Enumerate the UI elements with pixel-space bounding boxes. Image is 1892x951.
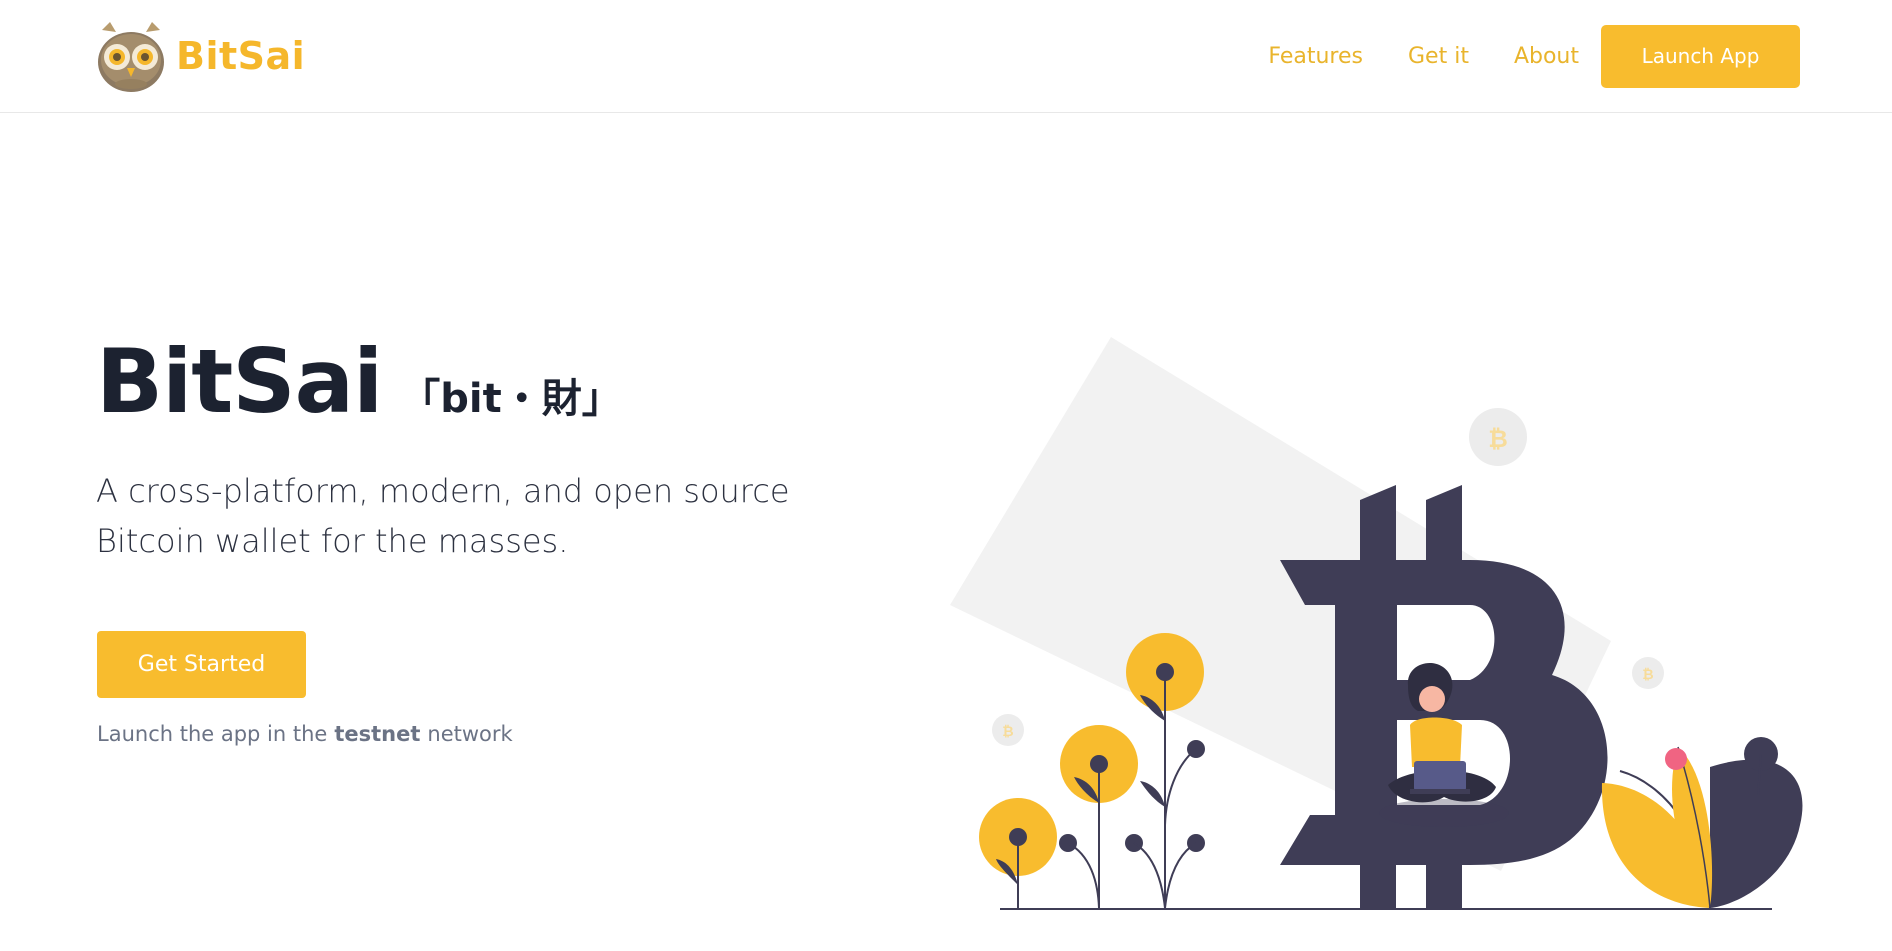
leaf-plant-icon xyxy=(1601,737,1803,909)
hero-title: BitSai 「bit・財」 xyxy=(96,330,622,433)
hero-title-main: BitSai xyxy=(96,330,383,433)
get-started-button[interactable]: Get Started xyxy=(97,631,306,698)
floating-coin-icon: ₿ xyxy=(1632,657,1664,689)
floating-coin-icon: ₿ xyxy=(992,714,1024,746)
coin-symbol: ₿ xyxy=(1488,425,1508,453)
nav-link-features[interactable]: Features xyxy=(1268,44,1363,69)
hero-title-suffix: 「bit・財」 xyxy=(400,376,622,422)
bitcoin-woman-laptop-illustration: ₿ ₿ ₿ xyxy=(950,337,1803,910)
brand-name: BitSai xyxy=(176,34,306,78)
flower-plants-icon xyxy=(979,633,1205,909)
coin-symbol: ₿ xyxy=(1642,667,1653,683)
testnet-link[interactable]: testnet xyxy=(334,722,420,746)
main-nav: Features Get it About Launch App xyxy=(1268,24,1800,88)
testnet-note-suffix: network xyxy=(427,722,513,746)
nav-link-get-it[interactable]: Get it xyxy=(1408,44,1469,69)
owl-logo-icon xyxy=(98,22,164,92)
floating-coin-icon: ₿ xyxy=(1469,408,1527,466)
hero-tagline: A cross-platform, modern, and open sourc… xyxy=(96,472,790,560)
brand-logo[interactable]: BitSai xyxy=(96,20,305,92)
launch-app-button[interactable]: Launch App xyxy=(1601,24,1800,88)
nav-link-about[interactable]: About xyxy=(1514,44,1579,69)
site-header: BitSai Features Get it About Launch App xyxy=(0,0,1892,113)
coin-symbol: ₿ xyxy=(1002,724,1013,740)
testnet-note: Launch the app in the testnet network xyxy=(97,722,513,746)
testnet-note-prefix: Launch the app in the xyxy=(97,722,328,746)
